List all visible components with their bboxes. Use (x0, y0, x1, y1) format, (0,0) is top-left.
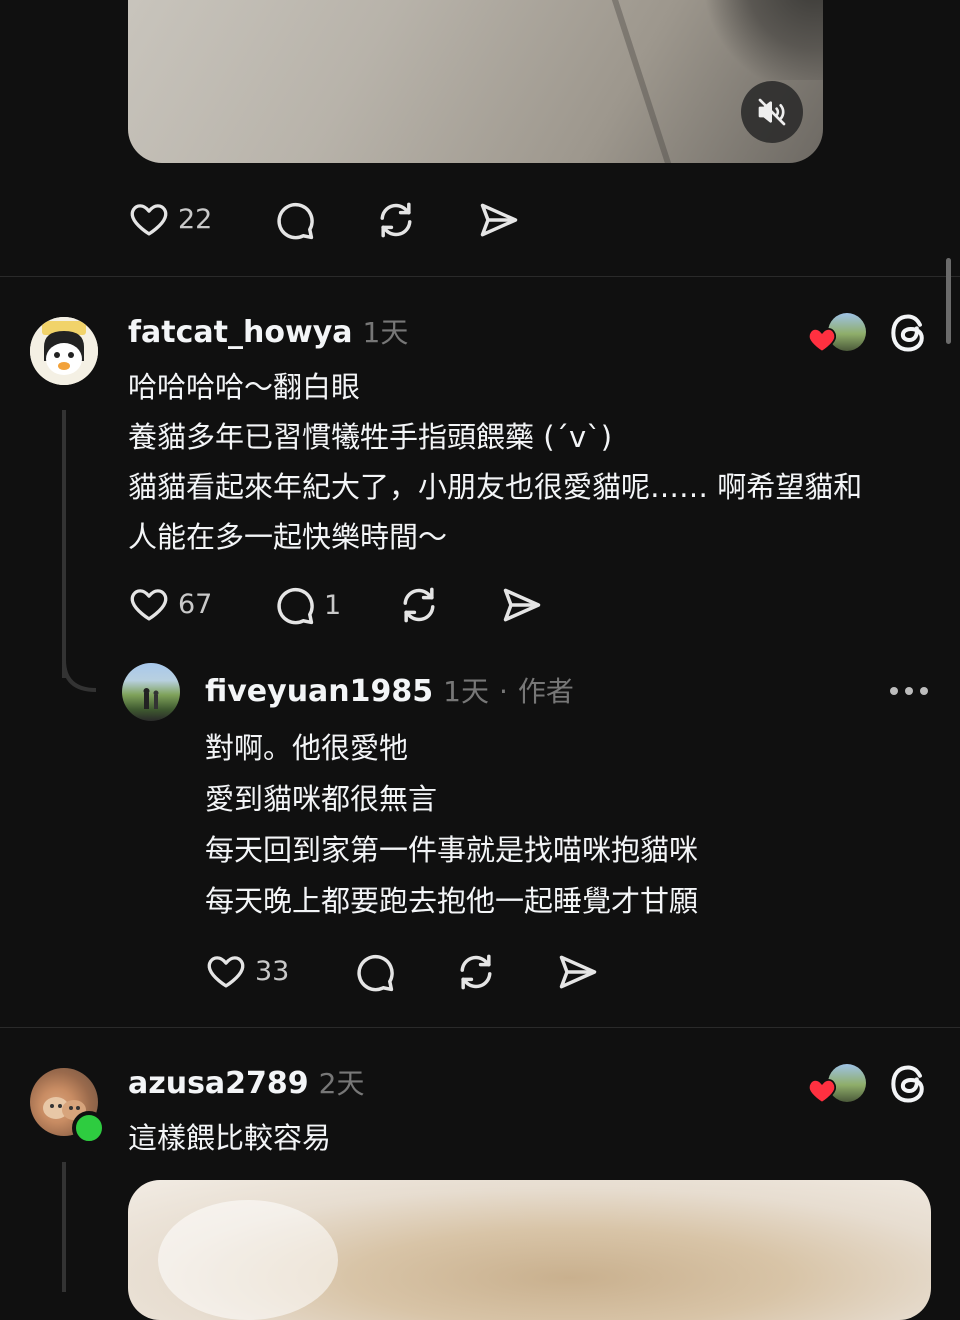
threads-logo-button[interactable] (886, 1062, 930, 1110)
username[interactable]: azusa2789 (128, 1066, 309, 1101)
avatar-photo-icon (143, 688, 159, 709)
like-button[interactable]: 22 (128, 198, 212, 240)
video-shadow (703, 0, 823, 80)
timestamp: 2天 (318, 1067, 365, 1100)
comment-line: 每天晚上都要跑去抱他一起睡覺才甘願 (205, 884, 699, 918)
repost-icon (403, 587, 435, 623)
heart-icon (207, 956, 245, 988)
divider (0, 1027, 960, 1028)
comment-line: 貓貓看起來年紀大了，小朋友也很愛貓呢…… 啊希望貓和 (128, 470, 863, 504)
heart-icon (808, 1079, 836, 1104)
repost-button[interactable] (374, 198, 418, 246)
divider (0, 276, 960, 277)
comment-line: 養貓多年已習慣犧牲手指頭餵藥 (´v`) (128, 420, 613, 454)
like-count: 33 (255, 955, 290, 987)
threads-logo-button[interactable] (886, 311, 930, 359)
comment-bubble-icon (277, 587, 314, 625)
reply-body: 對啊。他很愛牠 愛到貓咪都很無言 每天回到家第一件事就是找喵咪抱貓咪 每天晚上都… (205, 723, 698, 927)
repost-icon (380, 202, 412, 238)
reply-button[interactable] (352, 950, 396, 998)
photo-highlight (158, 1200, 338, 1320)
like-button[interactable]: 33 (205, 950, 289, 992)
avatar[interactable] (30, 317, 98, 385)
comment-body: 這樣餵比較容易 (128, 1113, 331, 1163)
liked-by-author-badge (808, 1064, 868, 1108)
comment-line: 人能在多一起快樂時間～ (128, 520, 448, 554)
scrollbar[interactable] (946, 258, 951, 344)
mute-button[interactable] (741, 81, 803, 143)
reply-count: 1 (324, 589, 342, 621)
threads-logo-icon (891, 1065, 924, 1103)
send-icon (559, 955, 597, 989)
post-video[interactable] (128, 0, 823, 163)
comment-line: 哈哈哈哈～翻白眼 (128, 370, 361, 404)
thread-connector (62, 660, 97, 692)
comment-bubble-icon (277, 202, 314, 240)
online-status-dot (72, 1111, 106, 1145)
comment-header: azusa2789 2天 (128, 1062, 365, 1102)
timestamp: 1天 (443, 675, 489, 708)
thread-line (62, 410, 66, 678)
speaker-muted-icon (758, 98, 786, 126)
share-button[interactable] (477, 198, 521, 246)
video-streak (601, 0, 681, 163)
send-icon (503, 588, 541, 622)
repost-button[interactable] (454, 950, 498, 998)
separator: · (498, 675, 508, 708)
reply-button[interactable]: 1 (272, 583, 341, 627)
reply-button[interactable] (272, 198, 316, 246)
avatar-cartoon-icon (30, 317, 98, 385)
repost-button[interactable] (397, 583, 441, 631)
reply-header: fiveyuan1985 1天 · 作者 (205, 670, 574, 710)
timestamp: 1天 (362, 316, 409, 349)
threads-logo-icon (891, 314, 924, 352)
heart-icon (130, 204, 168, 236)
liked-by-author-badge (808, 313, 868, 357)
comment-line: 對啊。他很愛牠 (205, 731, 409, 765)
avatar[interactable] (122, 663, 180, 721)
more-dots-icon[interactable] (890, 687, 928, 695)
share-button[interactable] (500, 583, 544, 631)
comment-line: 這樣餵比較容易 (128, 1121, 332, 1155)
repost-icon (460, 954, 492, 990)
send-icon (480, 203, 518, 237)
share-button[interactable] (556, 950, 600, 998)
like-count: 67 (178, 588, 213, 620)
comment-body: 哈哈哈哈～翻白眼 養貓多年已習慣犧牲手指頭餵藥 (´v`) 貓貓看起來年紀大了，… (128, 362, 862, 562)
username[interactable]: fiveyuan1985 (205, 674, 433, 709)
comment-line: 愛到貓咪都很無言 (205, 782, 438, 816)
username[interactable]: fatcat_howya (128, 315, 353, 350)
comment-header: fatcat_howya 1天 (128, 311, 408, 351)
heart-icon (808, 328, 836, 353)
comment-line: 每天回到家第一件事就是找喵咪抱貓咪 (205, 833, 699, 867)
like-button[interactable]: 67 (128, 583, 212, 625)
comment-bubble-icon (357, 954, 394, 992)
heart-icon (130, 589, 168, 621)
comment-photo[interactable] (128, 1180, 931, 1320)
like-count: 22 (178, 203, 213, 235)
thread-line (62, 1162, 66, 1292)
author-label: 作者 (517, 675, 574, 708)
